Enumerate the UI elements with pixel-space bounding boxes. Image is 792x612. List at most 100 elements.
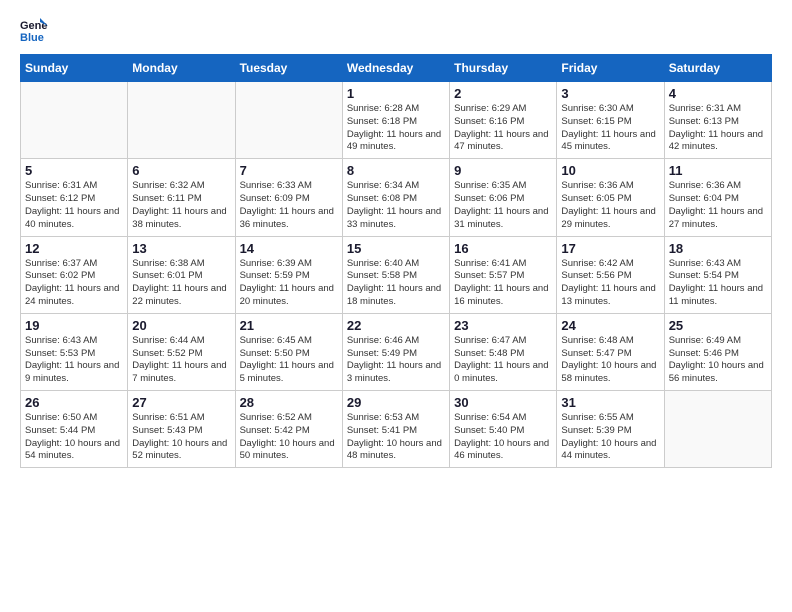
logo: General Blue <box>20 16 52 44</box>
calendar-cell: 26Sunrise: 6:50 AM Sunset: 5:44 PM Dayli… <box>21 391 128 468</box>
day-number: 6 <box>132 163 230 178</box>
page-container: General Blue SundayMondayTuesdayWednesda… <box>0 0 792 484</box>
day-number: 5 <box>25 163 123 178</box>
day-number: 21 <box>240 318 338 333</box>
calendar-cell: 20 Sunrise: 6:44 AM Sunset: 5:52 PM Dayli… <box>128 313 235 390</box>
calendar-cell: 19 Sunrise: 6:43 AM Sunset: 5:53 PM Dayli… <box>21 313 128 390</box>
day-number: 30 <box>454 395 552 410</box>
day-info: Sunrise: 6:52 AM Sunset: 5:42 PM Dayligh… <box>240 412 338 463</box>
day-info: Sunrise: 6:54 AM Sunset: 5:40 PM Dayligh… <box>454 412 552 463</box>
day-info: Sunrise: 6:29 AM Sunset: 6:16 PM Dayligh… <box>454 103 552 154</box>
day-number: 16 <box>454 241 552 256</box>
calendar-week-row: 26Sunrise: 6:50 AM Sunset: 5:44 PM Dayli… <box>21 391 772 468</box>
day-info: Sunrise: 6:36 AM Sunset: 6:04 PM Dayligh… <box>669 180 767 231</box>
day-info: Sunrise: 6:31 AM Sunset: 6:13 PM Dayligh… <box>669 103 767 154</box>
calendar-cell <box>21 82 128 159</box>
day-number: 28 <box>240 395 338 410</box>
calendar-cell: 5Sunrise: 6:31 AM Sunset: 6:12 PM Daylig… <box>21 159 128 236</box>
calendar-cell: 2 Sunrise: 6:29 AM Sunset: 6:16 PM Daylig… <box>450 82 557 159</box>
day-info: Sunrise: 6:41 AM Sunset: 5:57 PM Dayligh… <box>454 258 552 309</box>
day-info: Sunrise: 6:39 AM Sunset: 5:59 PM Dayligh… <box>240 258 338 309</box>
calendar-cell: 24Sunrise: 6:48 AM Sunset: 5:47 PM Dayli… <box>557 313 664 390</box>
calendar-week-row: 19 Sunrise: 6:43 AM Sunset: 5:53 PM Dayli… <box>21 313 772 390</box>
calendar-cell: 7Sunrise: 6:33 AM Sunset: 6:09 PM Daylig… <box>235 159 342 236</box>
calendar-cell <box>664 391 771 468</box>
calendar-cell: 28 Sunrise: 6:52 AM Sunset: 5:42 PM Dayli… <box>235 391 342 468</box>
weekday-header: Monday <box>128 55 235 82</box>
day-number: 17 <box>561 241 659 256</box>
calendar-cell: 11 Sunrise: 6:36 AM Sunset: 6:04 PM Dayli… <box>664 159 771 236</box>
day-number: 22 <box>347 318 445 333</box>
day-info: Sunrise: 6:28 AM Sunset: 6:18 PM Dayligh… <box>347 103 445 154</box>
calendar-table: SundayMondayTuesdayWednesdayThursdayFrid… <box>20 54 772 468</box>
calendar-cell: 15 Sunrise: 6:40 AM Sunset: 5:58 PM Dayli… <box>342 236 449 313</box>
calendar-cell: 21Sunrise: 6:45 AM Sunset: 5:50 PM Dayli… <box>235 313 342 390</box>
calendar-cell: 9 Sunrise: 6:35 AM Sunset: 6:06 PM Daylig… <box>450 159 557 236</box>
calendar-cell: 14 Sunrise: 6:39 AM Sunset: 5:59 PM Dayli… <box>235 236 342 313</box>
day-info: Sunrise: 6:44 AM Sunset: 5:52 PM Dayligh… <box>132 335 230 386</box>
page-header: General Blue <box>20 16 772 44</box>
day-info: Sunrise: 6:51 AM Sunset: 5:43 PM Dayligh… <box>132 412 230 463</box>
calendar-week-row: 12 Sunrise: 6:37 AM Sunset: 6:02 PM Dayli… <box>21 236 772 313</box>
day-info: Sunrise: 6:53 AM Sunset: 5:41 PM Dayligh… <box>347 412 445 463</box>
day-number: 10 <box>561 163 659 178</box>
day-number: 15 <box>347 241 445 256</box>
day-info: Sunrise: 6:55 AM Sunset: 5:39 PM Dayligh… <box>561 412 659 463</box>
day-number: 11 <box>669 163 767 178</box>
day-number: 1 <box>347 86 445 101</box>
calendar-cell: 23 Sunrise: 6:47 AM Sunset: 5:48 PM Dayli… <box>450 313 557 390</box>
day-number: 8 <box>347 163 445 178</box>
calendar-cell: 29 Sunrise: 6:53 AM Sunset: 5:41 PM Dayli… <box>342 391 449 468</box>
calendar-cell: 22 Sunrise: 6:46 AM Sunset: 5:49 PM Dayli… <box>342 313 449 390</box>
calendar-cell: 17 Sunrise: 6:42 AM Sunset: 5:56 PM Dayli… <box>557 236 664 313</box>
day-info: Sunrise: 6:47 AM Sunset: 5:48 PM Dayligh… <box>454 335 552 386</box>
calendar-cell: 13 Sunrise: 6:38 AM Sunset: 6:01 PM Dayli… <box>128 236 235 313</box>
day-number: 19 <box>25 318 123 333</box>
day-number: 13 <box>132 241 230 256</box>
day-info: Sunrise: 6:35 AM Sunset: 6:06 PM Dayligh… <box>454 180 552 231</box>
day-info: Sunrise: 6:37 AM Sunset: 6:02 PM Dayligh… <box>25 258 123 309</box>
day-number: 4 <box>669 86 767 101</box>
day-info: Sunrise: 6:38 AM Sunset: 6:01 PM Dayligh… <box>132 258 230 309</box>
day-number: 20 <box>132 318 230 333</box>
weekday-header: Tuesday <box>235 55 342 82</box>
calendar-cell: 1 Sunrise: 6:28 AM Sunset: 6:18 PM Daylig… <box>342 82 449 159</box>
day-number: 27 <box>132 395 230 410</box>
day-info: Sunrise: 6:40 AM Sunset: 5:58 PM Dayligh… <box>347 258 445 309</box>
calendar-cell: 12 Sunrise: 6:37 AM Sunset: 6:02 PM Dayli… <box>21 236 128 313</box>
calendar-week-row: 5Sunrise: 6:31 AM Sunset: 6:12 PM Daylig… <box>21 159 772 236</box>
weekday-header: Thursday <box>450 55 557 82</box>
calendar-cell <box>235 82 342 159</box>
weekday-header: Wednesday <box>342 55 449 82</box>
day-info: Sunrise: 6:36 AM Sunset: 6:05 PM Dayligh… <box>561 180 659 231</box>
day-info: Sunrise: 6:46 AM Sunset: 5:49 PM Dayligh… <box>347 335 445 386</box>
svg-text:Blue: Blue <box>20 32 44 44</box>
weekday-header: Sunday <box>21 55 128 82</box>
day-number: 2 <box>454 86 552 101</box>
day-number: 3 <box>561 86 659 101</box>
day-info: Sunrise: 6:34 AM Sunset: 6:08 PM Dayligh… <box>347 180 445 231</box>
calendar-cell: 16 Sunrise: 6:41 AM Sunset: 5:57 PM Dayli… <box>450 236 557 313</box>
day-number: 29 <box>347 395 445 410</box>
calendar-cell: 6Sunrise: 6:32 AM Sunset: 6:11 PM Daylig… <box>128 159 235 236</box>
calendar-cell: 10 Sunrise: 6:36 AM Sunset: 6:05 PM Dayli… <box>557 159 664 236</box>
day-info: Sunrise: 6:33 AM Sunset: 6:09 PM Dayligh… <box>240 180 338 231</box>
day-info: Sunrise: 6:43 AM Sunset: 5:54 PM Dayligh… <box>669 258 767 309</box>
day-number: 12 <box>25 241 123 256</box>
day-number: 25 <box>669 318 767 333</box>
day-info: Sunrise: 6:30 AM Sunset: 6:15 PM Dayligh… <box>561 103 659 154</box>
day-info: Sunrise: 6:49 AM Sunset: 5:46 PM Dayligh… <box>669 335 767 386</box>
day-number: 23 <box>454 318 552 333</box>
day-number: 9 <box>454 163 552 178</box>
day-number: 14 <box>240 241 338 256</box>
day-info: Sunrise: 6:50 AM Sunset: 5:44 PM Dayligh… <box>25 412 123 463</box>
calendar-cell: 4 Sunrise: 6:31 AM Sunset: 6:13 PM Daylig… <box>664 82 771 159</box>
calendar-cell <box>128 82 235 159</box>
day-info: Sunrise: 6:43 AM Sunset: 5:53 PM Dayligh… <box>25 335 123 386</box>
calendar-cell: 30 Sunrise: 6:54 AM Sunset: 5:40 PM Dayli… <box>450 391 557 468</box>
calendar-cell: 18 Sunrise: 6:43 AM Sunset: 5:54 PM Dayli… <box>664 236 771 313</box>
day-info: Sunrise: 6:42 AM Sunset: 5:56 PM Dayligh… <box>561 258 659 309</box>
day-number: 31 <box>561 395 659 410</box>
day-number: 18 <box>669 241 767 256</box>
calendar-cell: 3 Sunrise: 6:30 AM Sunset: 6:15 PM Daylig… <box>557 82 664 159</box>
